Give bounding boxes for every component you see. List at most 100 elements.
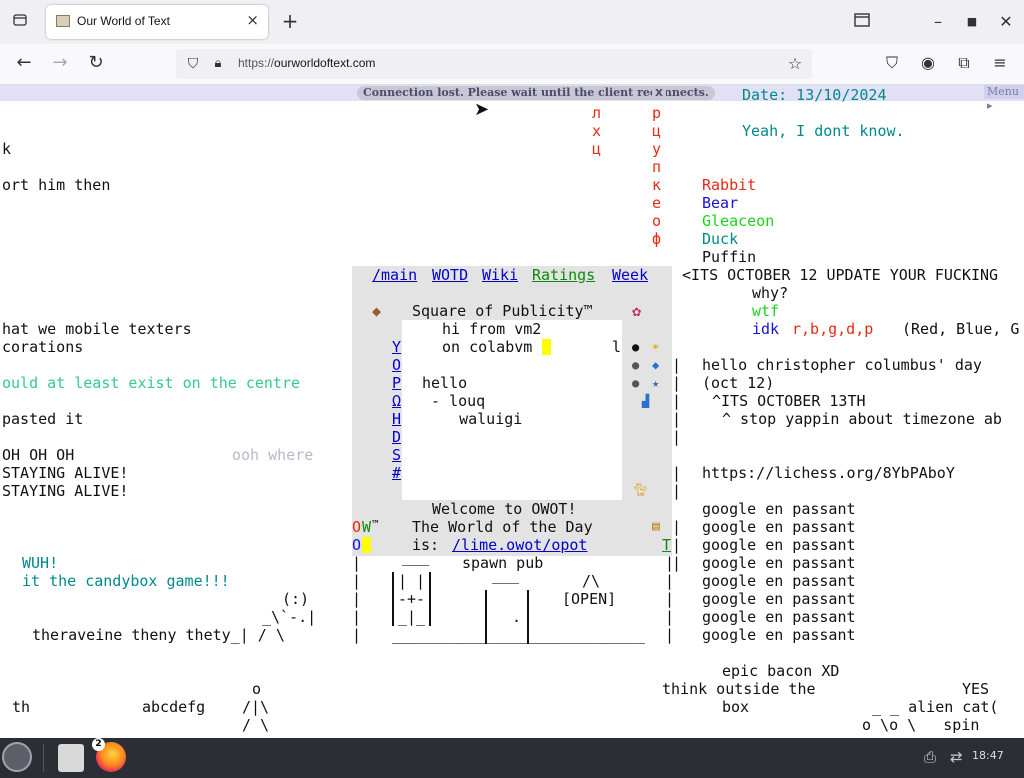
side-letter-o[interactable]: O: [392, 356, 401, 374]
yellow-cursor-block: [362, 537, 371, 553]
pipe-1: |: [672, 374, 682, 392]
cyrillic-col-2-2: у: [652, 140, 662, 158]
pipe-8: |: [672, 536, 682, 554]
text-red-blue: (Red, Blue, G: [902, 320, 1020, 338]
close-window-icon[interactable]: ✕: [998, 12, 1014, 32]
text-why: why?: [752, 284, 789, 302]
pub-left-wall: | | | | |: [352, 554, 362, 644]
o-letter: O: [352, 536, 362, 554]
text-oct-12: (oct 12): [702, 374, 775, 392]
google-en-passant-5: google en passant: [702, 590, 856, 608]
candy-icon[interactable]: ◆: [372, 302, 381, 320]
tab-list-icon[interactable]: [10, 12, 30, 33]
bookmark-star-icon[interactable]: ☆: [786, 54, 804, 74]
world-of-day-link[interactable]: /lime.owot/opot: [452, 536, 587, 554]
reload-icon[interactable]: ↻: [86, 53, 106, 73]
inner-line-0: hi from vm2: [442, 320, 542, 338]
printer-icon[interactable]: ⎙: [924, 748, 936, 766]
browser-nav-bar: ← → ↻ ⛉ 🔒︎ https://ourworldoftext.com ☆ …: [0, 44, 1024, 85]
back-icon[interactable]: ←: [14, 53, 34, 73]
cyrillic-col-2-4: к: [652, 176, 662, 194]
dot-icon-2: ●: [632, 358, 640, 372]
cyrillic-col-1-2: ц: [592, 140, 602, 158]
text-october-update: <ITS OCTOBER 12 UPDATE YOUR FUCKING: [682, 266, 999, 284]
pub-right-wall: | | | | |: [665, 554, 675, 644]
welcome-line-2: The World of the Day: [412, 518, 593, 536]
pub-open-sign: [OPEN]: [562, 590, 617, 608]
stick-figure-head: o: [252, 680, 262, 698]
text-yes: YES: [962, 680, 990, 698]
tracking-shield-icon[interactable]: ⛉: [184, 54, 202, 74]
new-tab-icon[interactable]: +: [280, 11, 300, 31]
text-yappin: ^ stop yappin about timezone ab: [722, 410, 1002, 428]
ow-w[interactable]: W: [362, 518, 371, 536]
tab-our-world-of-text[interactable]: Our World of Text ×: [46, 5, 268, 39]
sun-icon[interactable]: ☀: [652, 338, 659, 356]
text-mobile-texters: hat we mobile texters: [2, 320, 192, 338]
side-letter-p[interactable]: P: [392, 374, 401, 392]
link-ratings[interactable]: Ratings: [532, 266, 595, 284]
text-ooh-where: ooh where: [232, 446, 314, 464]
app-launcher-icon[interactable]: [2, 742, 32, 772]
side-letter-d[interactable]: D: [392, 428, 401, 446]
animal-gleaceon: Gleaceon: [702, 212, 775, 230]
side-letter-omega[interactable]: Ω: [392, 392, 401, 410]
side-letter-h[interactable]: H: [392, 410, 401, 428]
cyrillic-col-2-7: ф: [652, 230, 662, 248]
url-bar[interactable]: ⛉ 🔒︎ https://ourworldoftext.com ☆: [176, 49, 812, 79]
pub-door-knob: .: [512, 608, 522, 626]
menu-button[interactable]: Menu ▸: [984, 85, 1024, 112]
url-prefix: https://: [238, 56, 275, 70]
google-en-passant-3: google en passant: [702, 554, 856, 572]
app-menu-icon[interactable]: ≡: [990, 53, 1010, 73]
account-icon[interactable]: ◉: [918, 53, 938, 73]
square-of-publicity-title: Square of Publicity™: [412, 302, 593, 320]
google-en-passant-7: google en passant: [702, 626, 856, 644]
star-icon[interactable]: ★: [652, 374, 659, 392]
pipe-4: |: [672, 428, 682, 446]
google-en-passant-2: google en passant: [702, 536, 856, 554]
animal-puffin: Puffin: [702, 248, 757, 266]
text-date: Date: 13/10/2024: [742, 86, 887, 104]
cat-icon[interactable]: 🐈︎: [632, 482, 649, 500]
pocket-icon[interactable]: ⛉: [882, 53, 902, 73]
file-manager-icon[interactable]: [58, 744, 84, 772]
link-wotd[interactable]: WOTD: [432, 266, 468, 284]
pipe-6: |: [672, 482, 682, 500]
pub-ground: ____________________________: [392, 626, 645, 644]
window-count-badge: 2: [92, 738, 105, 751]
maximize-icon[interactable]: ■: [964, 12, 980, 32]
gift-icon[interactable]: ✿: [632, 302, 641, 320]
inner-line-2: hello: [422, 374, 468, 392]
side-letter-s[interactable]: S: [392, 446, 401, 464]
google-en-passant-6: google en passant: [702, 608, 856, 626]
owot-world[interactable]: Connection lost. Please wait until the c…: [0, 85, 1024, 738]
google-en-passant-0: google en passant: [702, 500, 856, 518]
blue-gem-icon[interactable]: ◆: [652, 356, 659, 374]
link-main[interactable]: /main: [372, 266, 417, 284]
connection-close-button[interactable]: X: [652, 87, 666, 100]
ow-o[interactable]: O: [352, 518, 361, 536]
network-icon[interactable]: ⇄: [950, 748, 963, 766]
pipe-0: |: [672, 356, 682, 374]
link-week[interactable]: Week: [612, 266, 648, 284]
inner-line-4: waluigi: [432, 410, 523, 428]
minimize-icon[interactable]: –: [930, 12, 946, 32]
extensions-icon[interactable]: ⧉: [954, 53, 974, 73]
pipe-5: |: [672, 464, 682, 482]
forward-icon[interactable]: →: [50, 53, 70, 73]
lock-icon[interactable]: 🔒︎: [210, 54, 226, 74]
text-idk: idk: [752, 320, 780, 338]
side-letter-hash[interactable]: #: [392, 464, 401, 482]
chart-icon[interactable]: ▟: [642, 392, 649, 410]
link-wiki[interactable]: Wiki: [482, 266, 518, 284]
text-alien-cat: _ _ alien cat(: [872, 698, 999, 716]
tab-close-icon[interactable]: ×: [246, 11, 259, 29]
window-icon[interactable]: [852, 12, 872, 32]
url-text[interactable]: https://ourworldoftext.com: [238, 56, 375, 70]
scroll-icon[interactable]: ▤: [652, 518, 660, 536]
text-box: box: [722, 698, 750, 716]
side-letter-y[interactable]: Y: [392, 338, 401, 356]
stick-figure-legs: / \: [242, 716, 270, 734]
t-link[interactable]: T: [662, 536, 671, 554]
